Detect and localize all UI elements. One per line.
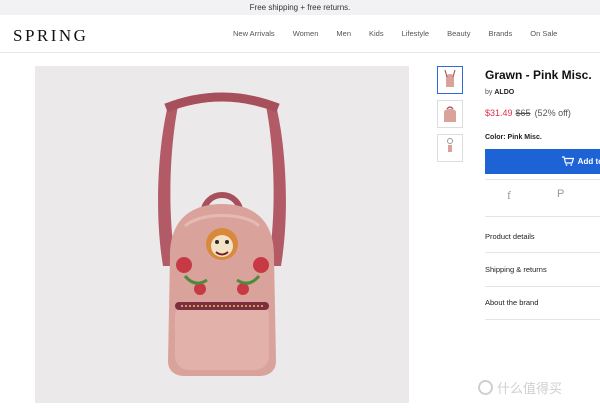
facebook-icon[interactable]: f: [507, 188, 511, 203]
thumbnail-2[interactable]: [437, 100, 463, 128]
product-brand-line: by ALDO: [485, 89, 514, 96]
divider: [485, 252, 600, 253]
nav-on-sale[interactable]: On Sale: [530, 29, 557, 38]
site-header: SPRING New Arrivals Women Men Kids Lifes…: [0, 15, 600, 53]
accordion-about-brand[interactable]: About the brand: [485, 298, 538, 307]
product-title: Grawn - Pink Misc.: [485, 68, 592, 82]
accordion-shipping-returns[interactable]: Shipping & returns: [485, 265, 547, 274]
add-to-cart-label: Add to: [577, 157, 600, 166]
social-share: f P: [485, 187, 600, 207]
watermark-text: 什么值得买: [497, 381, 563, 396]
accordion-product-details[interactable]: Product details: [485, 232, 535, 241]
divider: [485, 286, 600, 287]
divider: [485, 179, 600, 180]
discount-label: (52% off): [534, 108, 571, 118]
backpack-image: [158, 92, 286, 376]
divider: [485, 319, 600, 320]
shipping-banner-text: Free shipping + free returns.: [249, 3, 351, 12]
nav-brands[interactable]: Brands: [488, 29, 512, 38]
watermark: 什么值得买: [478, 378, 562, 397]
cart-icon: [561, 155, 575, 168]
brand-prefix: by: [485, 89, 493, 96]
original-price: $65: [515, 108, 531, 118]
nav-men[interactable]: Men: [336, 29, 351, 38]
backpack-thumb-icon: [444, 69, 456, 87]
nav-new-arrivals[interactable]: New Arrivals: [233, 29, 275, 38]
add-to-cart-button[interactable]: Add to: [485, 149, 600, 174]
nav-beauty[interactable]: Beauty: [447, 29, 470, 38]
nav-lifestyle[interactable]: Lifestyle: [402, 29, 430, 38]
color-label: Color: Pink Misc.: [485, 134, 542, 141]
thumbnail-1[interactable]: [437, 66, 463, 94]
brand-link[interactable]: ALDO: [494, 89, 514, 96]
watermark-logo-icon: [478, 380, 493, 395]
pinterest-icon[interactable]: P: [557, 188, 564, 200]
site-logo[interactable]: SPRING: [13, 26, 88, 46]
backpack-side-thumb-icon: [444, 106, 456, 122]
price-line: $31.49 $65 (52% off): [485, 108, 571, 118]
thumbnail-list: [437, 66, 463, 168]
sale-price: $31.49: [485, 108, 513, 118]
main-nav: New Arrivals Women Men Kids Lifestyle Be…: [233, 29, 575, 38]
keychain-thumb-icon: [447, 138, 453, 152]
nav-women[interactable]: Women: [293, 29, 319, 38]
divider: [485, 216, 600, 217]
product-main-image[interactable]: [35, 66, 409, 403]
nav-kids[interactable]: Kids: [369, 29, 384, 38]
shipping-banner: Free shipping + free returns.: [0, 0, 600, 15]
thumbnail-3[interactable]: [437, 134, 463, 162]
